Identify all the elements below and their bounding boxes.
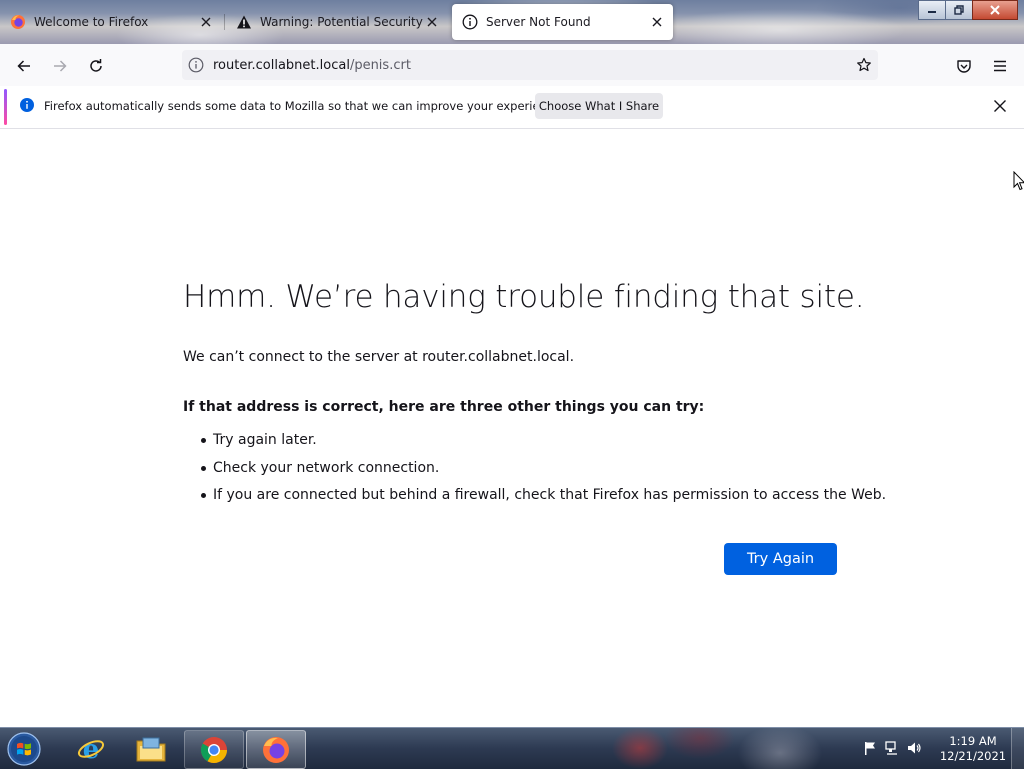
error-page: Hmm. We’re having trouble finding that s… [0, 129, 1024, 727]
url-path: /penis.crt [349, 57, 411, 73]
list-item-text: If you are connected but behind a firewa… [213, 487, 887, 503]
taskbar-chrome[interactable] [184, 730, 244, 769]
back-button[interactable] [10, 52, 38, 80]
restore-button[interactable] [945, 0, 973, 20]
volume-icon[interactable] [906, 740, 922, 756]
reload-icon [90, 59, 102, 72]
forward-button[interactable] [46, 52, 74, 80]
warning-icon [237, 15, 251, 29]
close-icon[interactable] [992, 98, 1008, 114]
bullet [201, 438, 206, 443]
try-again-button[interactable]: Try Again [724, 543, 837, 575]
close-tab-icon[interactable] [198, 14, 214, 30]
window-controls [918, 0, 1018, 20]
list-item: If you are connected but behind a firewa… [183, 486, 886, 514]
taskbar-background [580, 728, 880, 769]
tab-welcome[interactable]: Welcome to Firefox [0, 4, 222, 40]
data-collection-notification: Firefox automatically sends some data to… [0, 86, 1024, 129]
list-item-text: Check your network connection. [213, 459, 440, 476]
suggestions-heading: If that address is correct, here are thr… [183, 399, 705, 415]
list-item-text: Try again later. [213, 432, 317, 448]
file-explorer-icon [136, 737, 166, 761]
notification-accent [4, 89, 7, 125]
tab-title: Server Not Found [486, 15, 591, 29]
start-button[interactable] [4, 730, 44, 768]
pocket-button[interactable] [950, 52, 978, 80]
tab-server-not-found[interactable]: Server Not Found [452, 4, 673, 40]
svg-text:e: e [83, 735, 100, 764]
show-desktop-button[interactable] [1011, 728, 1024, 769]
firefox-icon [11, 15, 25, 29]
tab-security-warning[interactable]: Warning: Potential Security Risk Ahead [226, 4, 448, 40]
arrow-left-icon [17, 60, 30, 72]
tab-title: Welcome to Firefox [34, 15, 149, 29]
navigation-toolbar: router.collabnet.local/penis.crt [0, 44, 1024, 86]
close-tab-icon[interactable] [424, 14, 440, 30]
address-bar[interactable]: router.collabnet.local/penis.crt [182, 50, 878, 80]
action-center-flag-icon[interactable] [862, 740, 878, 756]
list-item: Check your network connection. [183, 459, 886, 487]
clock-date: 12/21/2021 [939, 749, 1007, 763]
close-icon [990, 5, 1000, 15]
taskbar-internet-explorer[interactable]: e [62, 730, 120, 767]
close-window-button[interactable] [972, 0, 1018, 20]
suggestions-list: Try again later. Check your network conn… [183, 431, 886, 514]
close-tab-icon[interactable] [649, 14, 665, 30]
taskbar-firefox[interactable] [246, 730, 306, 769]
app-menu-button[interactable] [986, 52, 1014, 80]
pocket-icon [957, 60, 971, 73]
page-title: Hmm. We’re having trouble finding that s… [183, 279, 865, 315]
firefox-icon [263, 736, 289, 763]
internet-explorer-icon: e [77, 735, 105, 764]
info-icon [462, 14, 478, 30]
bullet [201, 465, 206, 471]
chrome-icon [200, 736, 228, 763]
info-icon [20, 98, 34, 112]
choose-what-i-share-button[interactable]: Choose What I Share [535, 93, 663, 119]
hamburger-menu-icon [994, 60, 1006, 72]
url-text: router.collabnet.local/penis.crt [213, 58, 411, 73]
restore-icon [954, 5, 964, 15]
bullet [201, 493, 206, 498]
taskbar-clock[interactable]: 1:19 AM 12/21/2021 [936, 734, 1010, 764]
network-icon[interactable] [884, 740, 900, 756]
taskbar-file-explorer[interactable] [122, 730, 180, 767]
bookmark-star-icon[interactable] [856, 57, 872, 73]
reload-button[interactable] [82, 52, 110, 80]
mouse-cursor-icon [1013, 171, 1024, 191]
tab-separator [224, 14, 225, 30]
tab-strip: Welcome to Firefox Warning: Potential Se… [0, 0, 1024, 44]
arrow-right-icon [54, 60, 67, 72]
url-host: router.collabnet.local [213, 57, 350, 73]
minimize-icon [928, 11, 936, 13]
tab-title: Warning: Potential Security Risk Ahead [260, 15, 424, 29]
notification-message: Firefox automatically sends some data to… [44, 99, 564, 113]
minimize-button[interactable] [918, 0, 946, 20]
site-info-icon[interactable] [188, 57, 204, 73]
error-description: We can’t connect to the server at router… [183, 349, 575, 365]
list-item: Try again later. [183, 431, 886, 459]
system-tray [862, 740, 922, 756]
taskbar: e 1:19 AM 12/21/2021 [0, 727, 1024, 769]
clock-time: 1:19 AM [949, 734, 997, 748]
